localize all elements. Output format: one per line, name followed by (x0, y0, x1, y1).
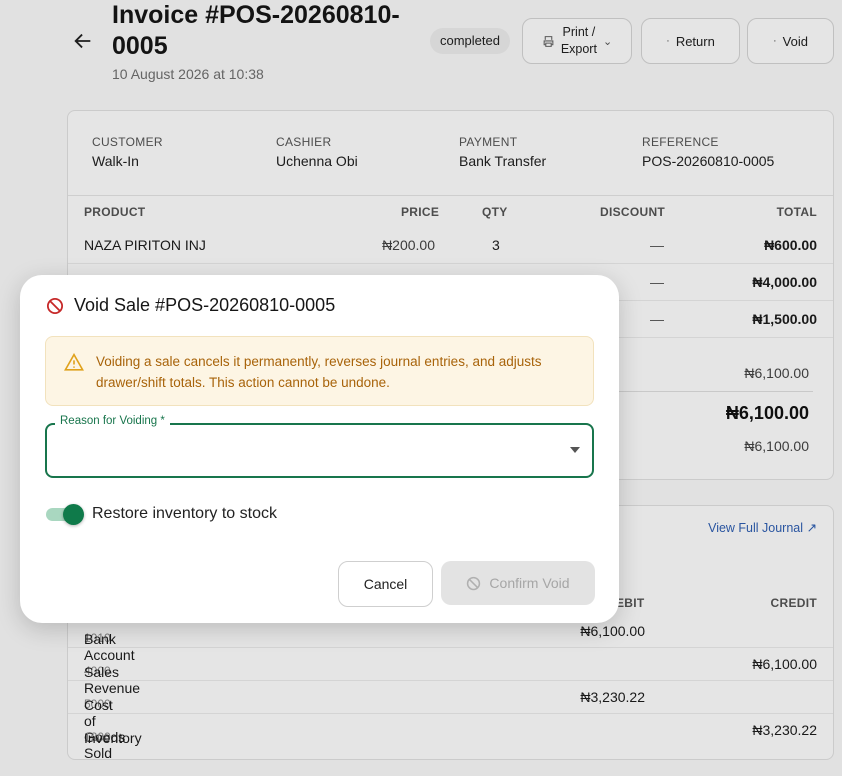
restore-inventory-toggle[interactable] (46, 504, 84, 525)
reason-field: Reason for Voiding * (45, 415, 594, 478)
block-icon (46, 297, 64, 314)
dialog-title: Void Sale #POS-20260810-0005 (46, 295, 335, 316)
void-sale-dialog: Void Sale #POS-20260810-0005 Voiding a s… (20, 275, 619, 623)
block-icon (467, 576, 481, 590)
toggle-knob (63, 504, 84, 525)
warning-alert: Voiding a sale cancels it permanently, r… (45, 336, 594, 406)
caret-down-icon (570, 447, 580, 453)
restore-inventory-label: Restore inventory to stock (92, 505, 277, 522)
warning-icon (64, 353, 84, 371)
warning-text: Voiding a sale cancels it permanently, r… (96, 354, 542, 390)
cancel-button[interactable]: Cancel (338, 561, 433, 607)
reason-select[interactable] (47, 425, 592, 476)
confirm-void-button[interactable]: Confirm Void (441, 561, 595, 605)
